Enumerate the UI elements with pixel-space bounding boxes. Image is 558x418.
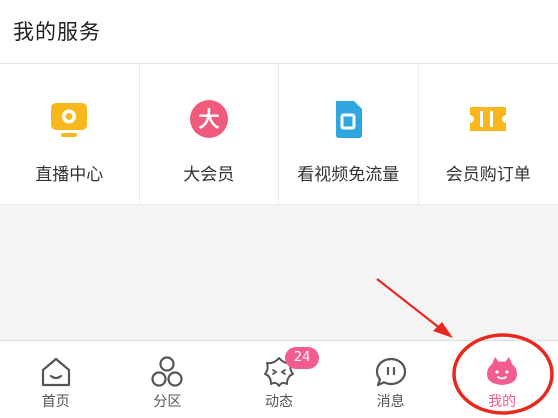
unread-badge: 24	[285, 347, 320, 369]
services-grid: 直播中心 大 大会员 看视频免流量 会员购订单	[0, 64, 558, 205]
page-title: 我的服务	[13, 20, 101, 44]
tab-label: 分区	[153, 394, 182, 410]
profile-face-icon	[487, 357, 518, 385]
message-bubble-icon	[375, 357, 406, 387]
tab-home[interactable]: 首页	[0, 341, 112, 418]
service-mall-orders[interactable]: 会员购订单	[419, 64, 558, 205]
service-big-vip[interactable]: 大 大会员	[140, 64, 279, 205]
annotation-arrow-line	[376, 278, 447, 334]
tab-dynamic[interactable]: 24 动态	[223, 341, 335, 418]
service-label: 看视频免流量	[297, 165, 400, 185]
sim-card-icon	[336, 101, 363, 138]
service-free-data[interactable]: 看视频免流量	[279, 64, 419, 205]
tab-label: 我的	[488, 394, 517, 410]
home-icon	[41, 357, 70, 387]
tab-profile[interactable]: 我的	[446, 341, 558, 418]
live-tv-icon	[51, 103, 88, 137]
annotation-arrow-head	[433, 322, 453, 338]
ticket-icon	[470, 107, 507, 131]
page-header: 我的服务	[0, 0, 558, 64]
tab-label: 动态	[264, 394, 293, 410]
service-label: 会员购订单	[445, 165, 531, 185]
tab-label: 首页	[41, 394, 70, 410]
bottom-tab-bar: 首页 分区 24 动态 消息 我的	[0, 340, 558, 418]
category-circles-icon	[151, 356, 183, 387]
vip-glyph: 大	[198, 108, 219, 132]
tab-label: 消息	[376, 394, 405, 410]
service-label: 直播中心	[35, 165, 104, 185]
service-label: 大会员	[183, 165, 235, 185]
tab-messages[interactable]: 消息	[335, 341, 447, 418]
vip-da-icon: 大	[189, 100, 228, 138]
tab-category[interactable]: 分区	[112, 341, 224, 418]
service-live-center[interactable]: 直播中心	[0, 64, 140, 205]
